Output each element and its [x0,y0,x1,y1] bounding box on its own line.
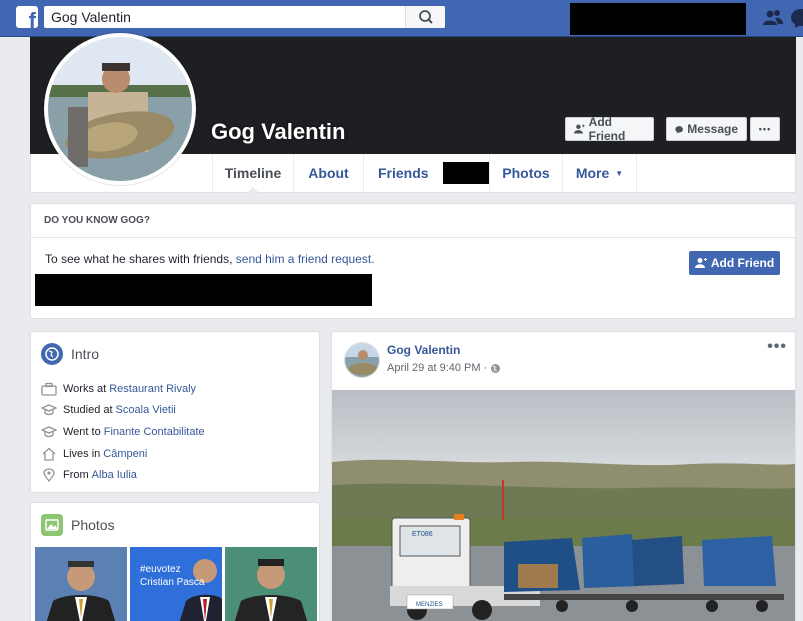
intro-went-to-prefix: Went to [63,426,101,438]
profile-photo-image [48,37,192,181]
photos-title: Photos [41,514,115,536]
photo-thumbnail[interactable]: #euvotez Cristian Pasca [130,547,222,621]
more-options-button[interactable]: ••• [750,117,780,141]
more-options-icon: ••• [758,124,772,134]
redacted-area [570,3,746,35]
truck-number-text: ET086 [412,531,433,538]
add-friend-label: Add Friend [710,256,775,270]
photos-card: Photos #euvotez Cristian Pasca [30,502,320,621]
friend-requests-button[interactable] [762,7,784,29]
intro-work-link[interactable]: Restaurant Rivaly [109,383,196,395]
profile-picture[interactable] [44,33,196,185]
intro-from: From Alba Iulia [41,468,137,482]
top-navigation-bar: f [0,0,803,37]
message-label: Message [687,122,738,136]
photos-icon [41,514,63,536]
facebook-logo-letter: f [28,8,36,29]
facebook-logo[interactable]: f [16,6,38,28]
messenger-icon [791,9,803,28]
avatar[interactable] [344,342,380,378]
timeline-post: Gog Valentin April 29 at 9:40 PM · ••• E… [331,331,796,621]
photo-caption-hashtag: #euvotez [140,564,181,575]
avatar-image [345,343,379,377]
search-box [44,6,445,28]
prompt-heading: DO YOU KNOW GOG? [31,204,795,238]
photo-caption: #euvotez Cristian Pasca [140,563,204,589]
tab-label: Friends [378,165,429,181]
photo-thumbnail[interactable] [225,547,317,621]
send-friend-request-link[interactable]: send him a friend request. [236,252,375,266]
add-friend-button[interactable]: Add Friend [565,115,654,143]
search-icon [419,10,433,24]
redacted-area [35,274,372,306]
post-photo: ET086 MENZIES [332,390,795,621]
intro-lives-in-link[interactable]: Câmpeni [103,448,147,460]
location-pin-icon [43,468,55,482]
intro-from-link[interactable]: Alba Iulia [92,469,137,481]
tab-label: More [575,165,610,181]
redacted-area [442,162,489,184]
truck-brand-text: MENZIES [416,602,443,608]
intro-work: Works at Restaurant Rivaly [41,382,196,396]
intro-card: Intro Works at Restaurant Rivaly Studied… [30,331,320,493]
intro-went-to: Went to Finante Contabilitate [41,425,205,439]
photo-caption-name: Cristian Pasca [140,577,205,588]
intro-title: Intro [41,343,99,365]
tab-label: Photos [502,165,550,181]
tab-photos[interactable]: Photos [489,154,562,192]
friend-request-prompt: DO YOU KNOW GOG? To see what he shares w… [30,203,796,319]
globe-icon [41,343,63,365]
home-icon [42,447,56,461]
tab-label: About [308,165,349,181]
tab-label: Timeline [224,165,282,181]
tab-about[interactable]: About [293,154,363,192]
intro-studied-prefix: Studied at [63,404,113,416]
intro-went-to-link[interactable]: Finante Contabilitate [104,426,205,438]
add-friend-icon [574,124,585,134]
friend-requests-icon [763,10,783,25]
prompt-text-label: To see what he shares with friends, [45,252,233,266]
tab-more[interactable]: More ▼ [562,154,637,192]
profile-name: Gog Valentin [211,119,346,144]
photos-title-label: Photos [71,517,115,533]
post-image[interactable]: ET086 MENZIES [332,390,795,621]
post-timestamp[interactable]: April 29 at 9:40 PM · [387,362,487,374]
add-friend-icon [694,258,707,268]
post-options-icon[interactable]: ••• [767,338,787,356]
intro-lives-in-prefix: Lives in [63,448,101,460]
intro-title-label: Intro [71,346,100,362]
tab-friends[interactable]: Friends [363,154,489,192]
messenger-icon [675,125,683,133]
photo-thumbnail-image [35,547,127,621]
public-globe-icon [491,363,501,373]
briefcase-icon [41,382,57,396]
intro-studied: Studied at Scoala Vietii [41,403,176,417]
post-meta: April 29 at 9:40 PM · [387,362,501,374]
messenger-button[interactable] [790,7,803,29]
intro-studied-link[interactable]: Scoala Vietii [116,404,176,416]
add-friend-button[interactable]: Add Friend [689,251,780,275]
photo-thumbnail-image [225,547,317,621]
post-author[interactable]: Gog Valentin [387,343,460,357]
search-input[interactable] [44,6,404,28]
add-friend-label: Add Friend [588,115,626,143]
graduation-cap-icon [41,426,57,438]
search-button[interactable] [405,6,445,28]
intro-work-prefix: Works at [63,383,107,395]
prompt-text: To see what he shares with friends, send… [45,252,375,266]
tab-timeline[interactable]: Timeline [212,154,293,193]
graduation-cap-icon [41,404,57,416]
intro-from-prefix: From [63,469,89,481]
photo-thumbnail[interactable] [35,547,127,621]
intro-lives-in: Lives in Câmpeni [41,447,147,461]
message-button[interactable]: Message [666,117,747,141]
chevron-down-icon: ▼ [615,168,624,178]
